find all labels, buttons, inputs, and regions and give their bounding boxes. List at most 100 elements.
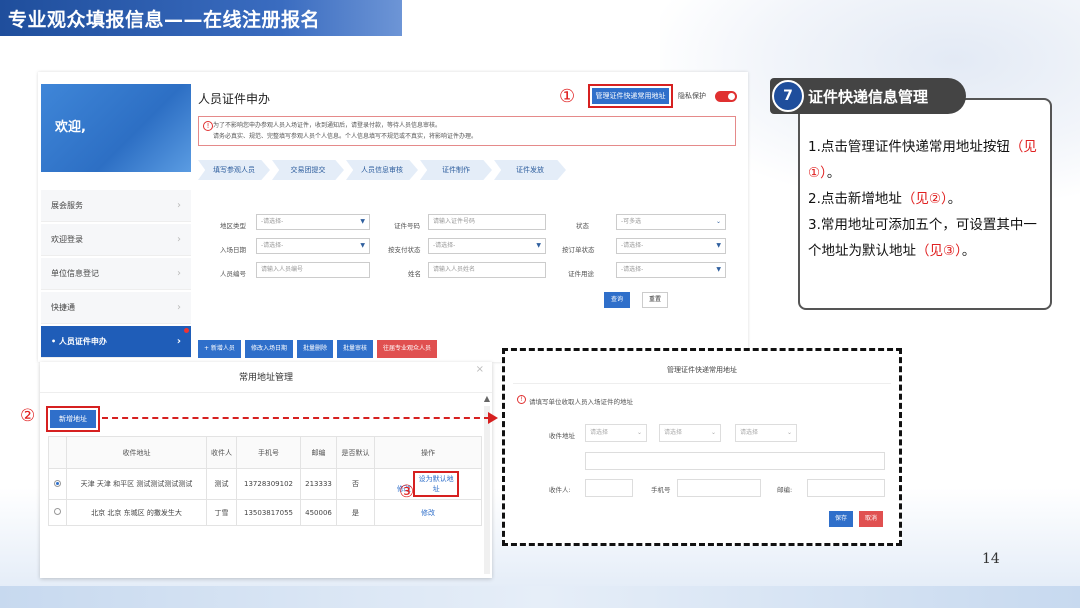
bullet-icon: • xyxy=(51,337,59,346)
slide-title: 专业观众填报信息——在线注册报名 xyxy=(8,9,321,31)
cell-recipient: 测试 xyxy=(206,468,237,500)
person-no-input[interactable]: 请输入人员编号 xyxy=(256,262,370,278)
table-row: 北京 北京 东城区 的撒发生大 丁雪 13503817055 450006 是 … xyxy=(48,499,482,526)
save-button[interactable]: 保存 xyxy=(829,511,853,527)
caret-down-icon: ▼ xyxy=(360,242,365,249)
sidebar-item-label: 单位信息登记 xyxy=(51,269,99,278)
manage-address-button[interactable]: 管理证件快递常用地址 xyxy=(592,88,669,104)
col-zip: 邮编 xyxy=(300,436,337,469)
divider xyxy=(513,383,891,384)
name-label: 姓名 xyxy=(408,270,421,278)
scrollbar[interactable] xyxy=(484,406,490,574)
recipient-input[interactable] xyxy=(585,479,633,497)
person-no-label: 人员编号 xyxy=(220,270,246,278)
cert-use-select[interactable]: -请选择- ▼ xyxy=(616,262,726,278)
chevron-right-icon: › xyxy=(177,234,181,245)
sidebar-item-label: 欢迎登录 xyxy=(51,235,83,244)
row-radio[interactable] xyxy=(54,508,61,515)
region-type-select[interactable]: -请选择- ▼ xyxy=(256,214,370,230)
cert-no-input[interactable]: 请输入证件号码 xyxy=(428,214,546,230)
recipient-label: 收件人: xyxy=(549,486,571,494)
caret-down-icon: ▼ xyxy=(716,266,721,273)
caret-down-icon: ▼ xyxy=(536,242,541,249)
region-type-label: 地区类型 xyxy=(220,222,246,230)
privacy-label: 隐私保护 xyxy=(678,92,706,100)
sidebar-item-exhibition-service[interactable]: 展会服务 › xyxy=(41,190,191,222)
table-header-row: 收件地址 收件人 手机号 邮编 是否默认 操作 xyxy=(48,436,482,469)
status-label: 状态 xyxy=(576,222,589,230)
order-status-label: 按订单状态 xyxy=(562,246,595,254)
cert-no-label: 证件号码 xyxy=(394,222,420,230)
background-bottom-band xyxy=(0,586,1080,608)
chevron-right-icon: › xyxy=(177,268,181,279)
entry-date-label: 入场日期 xyxy=(220,246,246,254)
cell-address: 天津 天津 和平区 测试测试测试测试 xyxy=(66,468,207,500)
cell-default: 否 xyxy=(336,468,375,500)
edit-link[interactable]: 修改 xyxy=(421,509,435,517)
sidebar-item-label: 人员证件申办 xyxy=(58,337,107,346)
cancel-button[interactable]: 取消 xyxy=(859,511,883,527)
add-address-button[interactable]: 新增地址 xyxy=(50,410,96,428)
col-recipient: 收件人 xyxy=(206,436,237,469)
sidebar-menu: 展会服务 › 欢迎登录 › 单位信息登记 › 快捷通 › • 人员证件申办 › xyxy=(41,190,191,360)
entry-date-select[interactable]: -请选择- ▼ xyxy=(256,238,370,254)
scroll-up-icon[interactable]: ▲ xyxy=(484,394,490,403)
status-select[interactable]: -可多选 ⌄ xyxy=(616,214,726,230)
express-address-modal: 管理证件快递常用地址 ! 请填写单位收取人员入场证件的地址 收件地址 请选择 ⌄ … xyxy=(502,348,902,546)
cell-recipient: 丁雪 xyxy=(206,499,237,526)
sidebar-item-welcome-login[interactable]: 欢迎登录 › xyxy=(41,224,191,256)
city-select[interactable]: 请选择 ⌄ xyxy=(659,424,721,442)
set-default-link[interactable]: 设为默认地址 xyxy=(413,471,460,497)
sidebar-item-personnel-cert[interactable]: • 人员证件申办 › xyxy=(41,326,191,358)
batch-delete-button[interactable]: 批量删除 xyxy=(296,340,333,358)
notice-line-1: 为了不影响您申办参观人员入场证件，收到通知后，请登录付款，等待人员信息审核。 xyxy=(213,122,442,129)
phone-input[interactable] xyxy=(677,479,761,497)
cell-zip: 450006 xyxy=(300,499,337,526)
instruction-line-3: 3.常用地址可添加五个，可设置其中一个地址为默认地址（见③）。 xyxy=(808,217,1037,259)
phone-label: 手机号 xyxy=(651,486,671,494)
notice-line-2: 请务必真实、规范、完整填写参观人员个人信息。个人信息填写不规范或不真实，将影响证… xyxy=(213,133,478,140)
caret-down-icon: ▼ xyxy=(360,218,365,225)
col-actions: 操作 xyxy=(374,436,482,469)
add-person-button[interactable]: + 新增人员 xyxy=(198,340,241,358)
dashed-arrow-line xyxy=(102,417,490,419)
pay-status-label: 按支付状态 xyxy=(388,246,421,254)
step-2: 交易团提交 xyxy=(272,160,344,180)
previous-visitors-button[interactable]: 往届专业观众人员 xyxy=(376,340,437,358)
address-label: 收件地址 xyxy=(549,432,575,440)
name-input[interactable]: 请输入人员姓名 xyxy=(428,262,546,278)
close-icon[interactable]: × xyxy=(476,364,484,375)
warning-icon: ! xyxy=(517,395,526,404)
pay-status-select[interactable]: -请选择- ▼ xyxy=(428,238,546,254)
edit-entry-date-button[interactable]: 修改入场日期 xyxy=(244,340,293,358)
reset-button[interactable]: 重置 xyxy=(642,292,668,308)
province-select[interactable]: 请选择 ⌄ xyxy=(585,424,647,442)
sidebar-item-unit-info[interactable]: 单位信息登记 › xyxy=(41,258,191,290)
manage-address-highlight: 管理证件快递常用地址 xyxy=(588,84,673,108)
query-button[interactable]: 查询 xyxy=(604,292,630,308)
slide-title-bar: 专业观众填报信息——在线注册报名 xyxy=(0,0,402,36)
marker-2: ② xyxy=(20,406,36,426)
step-3: 人员信息审核 xyxy=(346,160,418,180)
app-screenshot: 欢迎, 展会服务 › 欢迎登录 › 单位信息登记 › 快捷通 › • 人员证件申… xyxy=(38,72,748,362)
zip-input[interactable] xyxy=(807,479,885,497)
add-address-highlight: 新增地址 xyxy=(46,406,100,432)
detail-address-input[interactable] xyxy=(585,452,885,470)
row-radio[interactable] xyxy=(54,479,61,487)
sidebar-item-quick-pass[interactable]: 快捷通 › xyxy=(41,292,191,324)
arrow-head-icon xyxy=(488,412,498,424)
caret-down-icon: ⌄ xyxy=(636,429,642,436)
district-select[interactable]: 请选择 ⌄ xyxy=(735,424,797,442)
table-row: 天津 天津 和平区 测试测试测试测试 测试 13728309102 213333… xyxy=(48,468,482,500)
privacy-toggle[interactable] xyxy=(715,91,737,102)
instructions-box: 1.点击管理证件快递常用地址按钮（见①）。 2.点击新增地址（见②）。 3.常用… xyxy=(798,98,1052,310)
welcome-text: 欢迎, xyxy=(55,120,86,135)
page-number: 14 xyxy=(982,551,1000,567)
chevron-right-icon: › xyxy=(176,336,181,347)
step-1: 填写参观人员 xyxy=(198,160,270,180)
order-status-select[interactable]: -请选择- ▼ xyxy=(616,238,726,254)
action-toolbar: + 新增人员 修改入场日期 批量删除 批量审核 往届专业观众人员 xyxy=(198,340,441,358)
filter-form: 地区类型 -请选择- ▼ 证件号码 请输入证件号码 状态 -可多选 ⌄ 入场日期 -… xyxy=(198,214,738,286)
batch-review-button[interactable]: 批量审核 xyxy=(336,340,373,358)
notice-box: ! 为了不影响您申办参观人员入场证件，收到通知后，请登录付款，等待人员信息审核。… xyxy=(198,116,736,146)
